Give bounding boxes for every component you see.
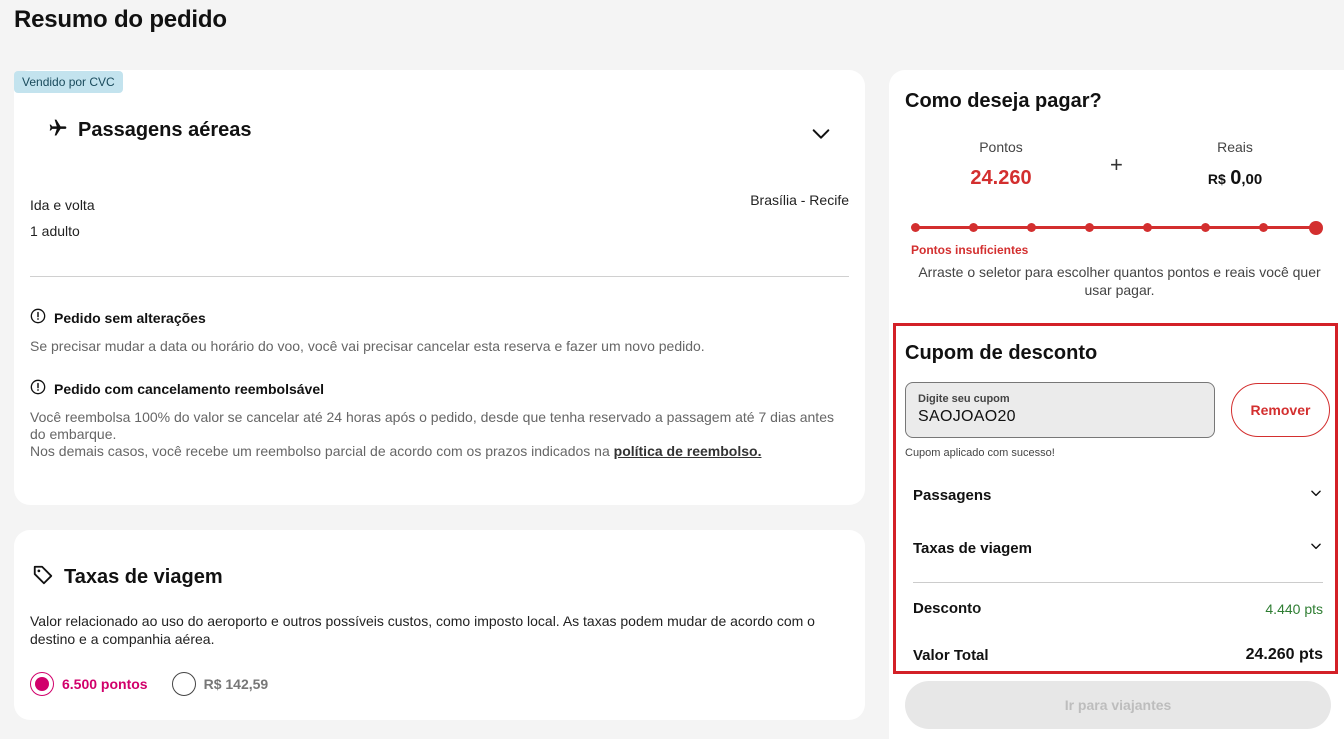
coupon-title: Cupom de desconto: [905, 342, 1098, 364]
airplane-icon: [48, 118, 68, 143]
slider-hint: Arraste o seletor para escolher quantos …: [918, 264, 1321, 298]
seller-badge: Vendido por CVC: [14, 71, 123, 93]
refund-policy-link[interactable]: política de reembolso.: [614, 443, 762, 459]
notice-no-changes: Pedido sem alterações Se precisar mudar …: [30, 308, 845, 355]
route: Brasília - Recife: [750, 192, 849, 208]
flight-section-header[interactable]: Passagens aéreas: [48, 118, 251, 143]
taxes-card: Taxas de viagem Valor relacionado ao uso…: [14, 530, 865, 720]
coupon-input-label: Digite seu cupom: [918, 393, 1010, 405]
notice-body: Você reembolsa 100% do valor se cancelar…: [30, 409, 834, 442]
go-to-travelers-button[interactable]: Ir para viajantes: [905, 681, 1331, 729]
reais-label: Reais: [1217, 139, 1253, 155]
notice-title: Pedido sem alterações: [54, 309, 206, 326]
taxas-label: Taxas de viagem: [913, 539, 1032, 557]
flight-section-title: Passagens aéreas: [78, 119, 252, 141]
discount-label: Desconto: [913, 600, 982, 617]
total-value: 24.260 pts: [1245, 646, 1323, 663]
discount-value: 4.440 pts: [1265, 600, 1323, 617]
points-label: Pontos: [979, 139, 1023, 155]
chevron-down-icon[interactable]: [1309, 486, 1323, 504]
coupon-success: Cupom aplicado com sucesso!: [905, 447, 1055, 459]
points-slider[interactable]: [911, 221, 1323, 235]
payment-title: Como deseja pagar?: [905, 90, 1102, 112]
notice-body-2: Nos demais casos, você recebe um reembol…: [30, 443, 610, 459]
radio-reais-label[interactable]: R$ 142,59: [204, 676, 269, 692]
coupon-input[interactable]: Digite seu cupom SAOJOAO20: [905, 382, 1215, 438]
points-value: 24.260: [970, 167, 1032, 189]
divider: [913, 582, 1323, 583]
taxas-row[interactable]: Taxas de viagem: [913, 539, 1323, 557]
plus-sign: +: [1110, 152, 1123, 177]
discount-row: Desconto 4.440 pts: [913, 600, 1323, 617]
taxes-description: Valor relacionado ao uso do aeroporto e …: [30, 613, 815, 647]
total-label: Valor Total: [913, 646, 989, 664]
page-title: Resumo do pedido: [14, 6, 227, 33]
passagens-row[interactable]: Passagens: [913, 486, 1323, 504]
flight-card: Passagens aéreas Ida e volta 1 adulto Br…: [14, 70, 865, 505]
notice-body: Se precisar mudar a data ou horário do v…: [30, 338, 705, 354]
passenger-count: 1 adulto: [30, 223, 80, 239]
slider-thumb[interactable]: [1309, 221, 1323, 235]
notice-refundable: Pedido com cancelamento reembolsável Voc…: [30, 379, 845, 460]
radio-reais[interactable]: [171, 672, 196, 696]
reais-value: R$ 0,00: [1207, 167, 1263, 189]
taxes-title: Taxas de viagem: [64, 566, 223, 588]
insufficient-points: Pontos insuficientes: [911, 243, 1029, 257]
alert-circle-icon: [30, 379, 46, 398]
chevron-down-icon[interactable]: [810, 123, 832, 150]
total-row: Valor Total 24.260 pts: [913, 646, 1323, 664]
radio-points[interactable]: [30, 672, 54, 696]
alert-circle-icon: [30, 308, 46, 327]
trip-type: Ida e volta: [30, 197, 95, 213]
chevron-down-icon[interactable]: [1309, 539, 1323, 557]
remove-coupon-button[interactable]: Remover: [1231, 383, 1330, 437]
passagens-label: Passagens: [913, 486, 992, 504]
divider: [30, 276, 849, 277]
tag-icon: [32, 564, 54, 591]
radio-points-label[interactable]: 6.500 pontos: [62, 676, 148, 692]
coupon-input-value[interactable]: SAOJOAO20: [918, 408, 1202, 426]
notice-title: Pedido com cancelamento reembolsável: [54, 380, 324, 397]
